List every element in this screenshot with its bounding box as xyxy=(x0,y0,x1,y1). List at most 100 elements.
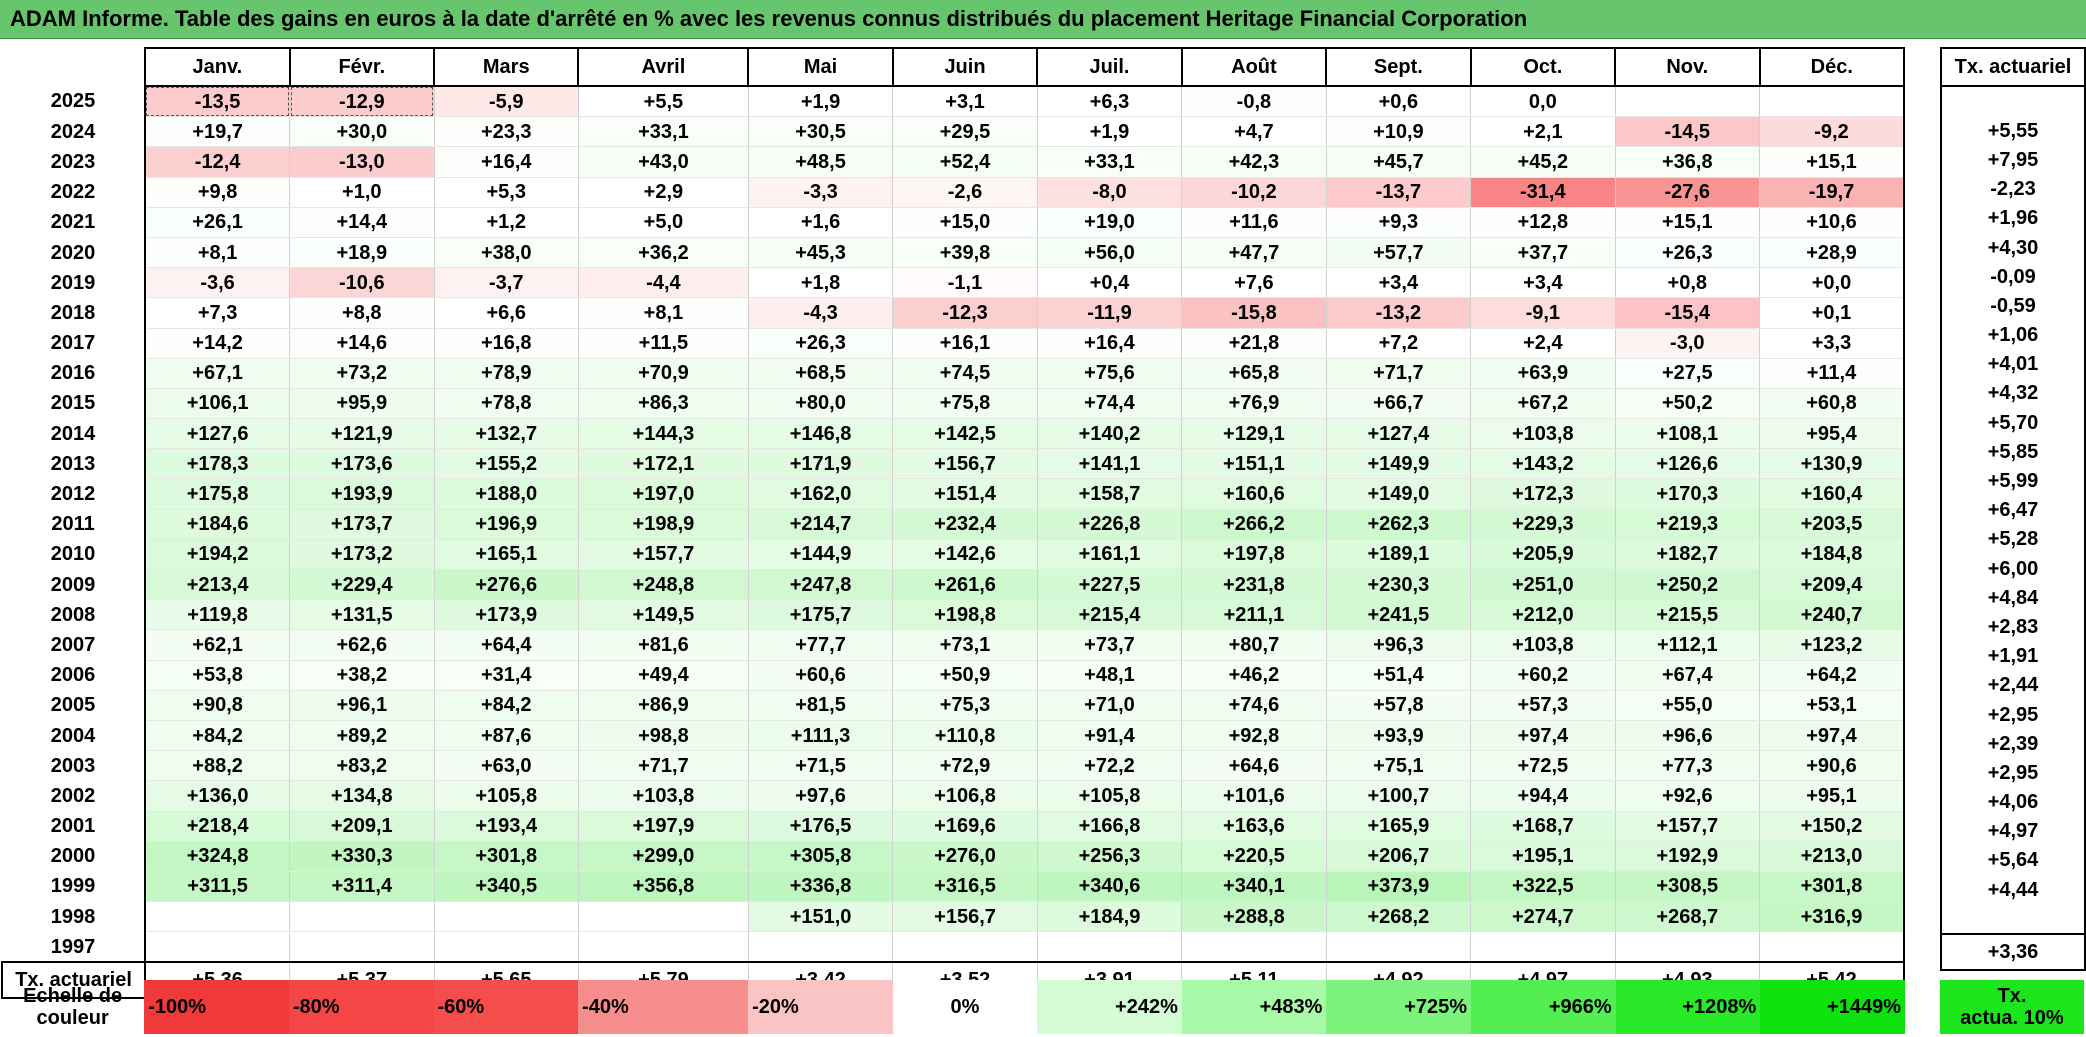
gain-cell[interactable]: +92,8 xyxy=(1181,720,1327,752)
gain-cell[interactable]: +39,8 xyxy=(892,237,1038,269)
gain-cell[interactable]: +196,9 xyxy=(434,509,579,540)
gain-cell[interactable]: +175,8 xyxy=(144,478,291,510)
gain-cell[interactable] xyxy=(289,931,435,963)
gain-cell[interactable] xyxy=(434,931,579,963)
gain-cell[interactable]: +1,0 xyxy=(289,177,435,208)
year-label[interactable]: 2003 xyxy=(2,751,145,781)
gain-cell[interactable]: +26,1 xyxy=(144,207,291,238)
gain-cell[interactable]: +93,9 xyxy=(1326,720,1472,752)
gain-cell[interactable]: +50,9 xyxy=(892,660,1038,691)
gain-cell[interactable]: +169,6 xyxy=(892,811,1038,842)
gain-cell[interactable]: -9,2 xyxy=(1759,116,1905,148)
gain-cell[interactable]: +3,4 xyxy=(1470,267,1616,299)
gain-cell[interactable]: +67,4 xyxy=(1615,660,1761,691)
year-label[interactable]: 2022 xyxy=(2,177,145,207)
gain-cell[interactable]: +340,6 xyxy=(1037,871,1183,903)
gain-cell[interactable]: +16,8 xyxy=(434,328,579,359)
gain-cell[interactable]: +73,2 xyxy=(289,358,435,389)
gain-cell[interactable]: +45,7 xyxy=(1326,146,1472,178)
gain-cell[interactable]: +156,7 xyxy=(892,448,1038,480)
gain-cell[interactable]: +311,5 xyxy=(144,871,291,903)
gain-cell[interactable]: +15,1 xyxy=(1759,146,1905,178)
gain-cell[interactable]: +251,0 xyxy=(1470,569,1616,601)
gain-cell[interactable]: +63,0 xyxy=(434,750,579,782)
row-actuarial-rate[interactable]: -2,23 xyxy=(1940,174,2086,204)
gain-cell[interactable]: -0,8 xyxy=(1181,86,1327,118)
gain-cell[interactable]: +163,6 xyxy=(1181,811,1327,842)
gain-cell[interactable]: +151,4 xyxy=(892,478,1038,510)
gain-cell[interactable]: +30,0 xyxy=(289,116,435,148)
gain-cell[interactable]: +119,8 xyxy=(144,599,291,631)
gain-cell[interactable]: +232,4 xyxy=(892,509,1038,540)
gain-cell[interactable]: -12,3 xyxy=(892,297,1038,329)
gain-cell[interactable]: -12,9 xyxy=(289,86,435,118)
gain-cell[interactable]: +84,2 xyxy=(434,690,579,721)
row-actuarial-rate[interactable]: +4,30 xyxy=(1940,232,2086,263)
year-label[interactable]: 2014 xyxy=(2,419,145,449)
gain-cell[interactable]: +0,6 xyxy=(1326,86,1472,118)
gain-cell[interactable]: -14,5 xyxy=(1615,116,1761,148)
gain-cell[interactable]: +168,7 xyxy=(1470,811,1616,842)
gain-cell[interactable]: +8,1 xyxy=(144,237,291,269)
gain-cell[interactable]: +14,2 xyxy=(144,328,291,359)
gain-cell[interactable]: +27,5 xyxy=(1615,358,1761,389)
row-actuarial-rate[interactable]: +2,39 xyxy=(1940,729,2086,759)
row-actuarial-rate[interactable]: +5,55 xyxy=(1940,116,2086,146)
gain-cell[interactable]: +16,1 xyxy=(892,328,1038,359)
month-header[interactable]: Févr. xyxy=(288,47,436,87)
gain-cell[interactable]: +189,1 xyxy=(1326,539,1472,571)
row-actuarial-rate[interactable]: -0,59 xyxy=(1940,291,2086,321)
gain-cell[interactable]: +57,7 xyxy=(1326,237,1472,269)
gain-cell[interactable] xyxy=(1037,931,1183,963)
gain-cell[interactable]: +88,2 xyxy=(144,750,291,782)
gain-cell[interactable]: +299,0 xyxy=(578,841,749,872)
row-actuarial-rate[interactable]: +2,44 xyxy=(1940,670,2086,700)
gain-cell[interactable]: +3,3 xyxy=(1759,328,1905,359)
gain-cell[interactable]: +172,3 xyxy=(1470,478,1616,510)
gain-cell[interactable]: +149,0 xyxy=(1326,478,1472,510)
gain-cell[interactable]: +215,4 xyxy=(1037,599,1183,631)
gain-cell[interactable]: -4,3 xyxy=(748,297,894,329)
gain-cell[interactable]: +48,5 xyxy=(748,146,894,178)
row-actuarial-rate[interactable] xyxy=(1940,86,2086,117)
gain-cell[interactable]: +7,6 xyxy=(1181,267,1327,299)
gain-cell[interactable]: +64,6 xyxy=(1181,750,1327,782)
gain-cell[interactable]: +78,8 xyxy=(434,388,579,420)
gain-cell[interactable]: +1,6 xyxy=(748,207,894,238)
gain-cell[interactable]: +6,6 xyxy=(434,297,579,329)
gain-cell[interactable] xyxy=(144,931,291,963)
gain-cell[interactable]: +2,4 xyxy=(1470,328,1616,359)
gain-cell[interactable]: +53,1 xyxy=(1759,690,1905,721)
gain-cell[interactable]: +184,8 xyxy=(1759,539,1905,571)
gain-cell[interactable]: +218,4 xyxy=(144,811,291,842)
row-actuarial-rate[interactable]: +2,95 xyxy=(1940,758,2086,788)
gain-cell[interactable]: +71,0 xyxy=(1037,690,1183,721)
gain-cell[interactable]: +36,8 xyxy=(1615,146,1761,178)
gain-cell[interactable]: +62,1 xyxy=(144,629,291,661)
gain-cell[interactable]: +198,8 xyxy=(892,599,1038,631)
gain-cell[interactable]: -3,6 xyxy=(144,267,291,299)
gain-cell[interactable]: +134,8 xyxy=(289,780,435,812)
gain-cell[interactable]: +63,9 xyxy=(1470,358,1616,389)
gain-cell[interactable]: +74,6 xyxy=(1181,690,1327,721)
year-label[interactable]: 2011 xyxy=(2,509,145,539)
gain-cell[interactable]: +268,7 xyxy=(1615,901,1761,933)
gain-cell[interactable]: +213,0 xyxy=(1759,841,1905,872)
year-label[interactable]: 2010 xyxy=(2,539,145,569)
gain-cell[interactable]: +1,2 xyxy=(434,207,579,238)
gain-cell[interactable]: +129,1 xyxy=(1181,418,1327,450)
gain-cell[interactable]: +64,4 xyxy=(434,629,579,661)
gain-cell[interactable]: +81,5 xyxy=(748,690,894,721)
gain-cell[interactable]: +15,0 xyxy=(892,207,1038,238)
gain-cell[interactable]: +96,3 xyxy=(1326,629,1472,661)
gain-cell[interactable]: -31,4 xyxy=(1470,177,1616,208)
gain-cell[interactable]: +11,6 xyxy=(1181,207,1327,238)
gain-cell[interactable]: +209,4 xyxy=(1759,569,1905,601)
gain-cell[interactable]: +140,2 xyxy=(1037,418,1183,450)
gain-cell[interactable]: +26,3 xyxy=(748,328,894,359)
gain-cell[interactable]: +160,6 xyxy=(1181,478,1327,510)
gain-cell[interactable]: +171,9 xyxy=(748,448,894,480)
gain-cell[interactable]: +195,1 xyxy=(1470,841,1616,872)
month-header[interactable]: Juil. xyxy=(1036,47,1183,87)
gain-cell[interactable]: +193,4 xyxy=(434,811,579,842)
